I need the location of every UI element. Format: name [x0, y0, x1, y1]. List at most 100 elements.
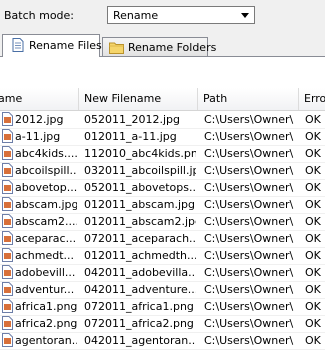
cell-status: OK: [305, 147, 321, 160]
cell-name: abc4kids....: [15, 147, 77, 160]
cell-new-filename: 072011_africa1.png: [84, 300, 194, 313]
cell-name: agentoran...: [15, 334, 77, 347]
cell-path: C:\Users\Owner\: [204, 266, 294, 279]
cell-new-filename: 012011_abscam.jpg: [84, 198, 195, 211]
cell-name: abscam.jpg: [15, 198, 77, 211]
table-row[interactable]: aceparac... 072011_aceparach... C:\Users\O…: [0, 230, 325, 248]
table-row[interactable]: abcoilspill... 032011_abcoilspill.jpg C:\U…: [0, 162, 325, 180]
tab-rename-folders[interactable]: Rename Folders: [102, 37, 216, 57]
batch-mode-value: Rename: [113, 9, 159, 22]
file-icon: [2, 248, 13, 262]
cell-status: OK: [305, 198, 321, 211]
cell-path: C:\Users\Owner\: [204, 215, 294, 228]
table-row[interactable]: adventur... 042011_adventure... C:\Users\O…: [0, 281, 325, 299]
file-icon: [2, 146, 13, 160]
cell-name: abovetop...: [15, 181, 77, 194]
column-header-new-filename[interactable]: New Filename: [79, 88, 198, 110]
file-icon: [2, 214, 13, 228]
table-header: ame New Filename Path Erro: [0, 88, 325, 111]
cell-path: C:\Users\Owner\: [204, 113, 294, 126]
file-icon: [2, 231, 13, 245]
cell-new-filename: 042011_adventure...: [84, 283, 196, 296]
column-header-name[interactable]: ame: [0, 88, 79, 110]
cell-name: aceparac...: [15, 232, 77, 245]
file-icon: [2, 333, 13, 347]
cell-path: C:\Users\Owner\: [204, 198, 294, 211]
cell-path: C:\Users\Owner\: [204, 283, 294, 296]
tab-rename-files-label: Rename Files: [29, 39, 102, 52]
cell-new-filename: 012011_abscam2.jpg: [84, 215, 196, 228]
file-icon: [2, 112, 13, 126]
cell-path: C:\Users\Owner\: [204, 334, 294, 347]
cell-new-filename: 042011_adobevilla...: [84, 266, 196, 279]
cell-status: OK: [305, 164, 321, 177]
cell-path: C:\Users\Owner\: [204, 164, 294, 177]
tab-rename-folders-label: Rename Folders: [128, 41, 217, 54]
batch-mode-label: Batch mode:: [4, 9, 75, 22]
file-icon: [2, 180, 13, 194]
file-icon: [2, 282, 13, 296]
column-header-error[interactable]: Erro: [299, 88, 325, 110]
cell-path: C:\Users\Owner\: [204, 317, 294, 330]
cell-name: abcoilspill...: [15, 164, 77, 177]
cell-status: OK: [305, 266, 321, 279]
cell-new-filename: 052011_abovetops...: [84, 181, 196, 194]
file-icon: [2, 316, 13, 330]
table-row[interactable]: 2012.jpg 052011_2012.jpg C:\Users\Owner\ OK: [0, 111, 325, 129]
table-row[interactable]: africa1.png 072011_africa1.png C:\Users\Ow…: [0, 298, 325, 316]
cell-status: OK: [305, 181, 321, 194]
cell-new-filename: 112010_abc4kids.png: [84, 147, 196, 160]
file-icon: [2, 129, 13, 143]
cell-name: a-11.jpg: [15, 130, 61, 143]
cell-name: abscam2....: [15, 215, 77, 228]
cell-name: africa1.png: [15, 300, 77, 313]
table-row[interactable]: africa2.png 072011_africa2.png C:\Users\Ow…: [0, 315, 325, 333]
cell-new-filename: 032011_abcoilspill.jpg: [84, 164, 196, 177]
cell-path: C:\Users\Owner\: [204, 181, 294, 194]
column-header-path[interactable]: Path: [198, 88, 299, 110]
cell-new-filename: 012011_a-11.jpg: [84, 130, 177, 143]
cell-name: achmedt...: [15, 249, 75, 262]
file-table[interactable]: ame New Filename Path Erro 2012.jpg 05201…: [0, 88, 325, 350]
cell-status: OK: [305, 113, 321, 126]
cell-path: C:\Users\Owner\: [204, 147, 294, 160]
cell-path: C:\Users\Owner\: [204, 300, 294, 313]
file-icon: [2, 163, 13, 177]
cell-new-filename: 052011_2012.jpg: [84, 113, 181, 126]
tab-rename-files[interactable]: Rename Files: [2, 34, 102, 57]
table-row[interactable]: abscam.jpg 012011_abscam.jpg C:\Users\Owne…: [0, 196, 325, 214]
batch-mode-dropdown[interactable]: Rename: [107, 6, 255, 24]
cell-status: OK: [305, 232, 321, 245]
cell-new-filename: 012011_achmedth...: [84, 249, 196, 262]
cell-new-filename: 072011_aceparach...: [84, 232, 196, 245]
cell-status: OK: [305, 130, 321, 143]
table-row[interactable]: a-11.jpg 012011_a-11.jpg C:\Users\Owner\ OK: [0, 128, 325, 146]
cell-name: adobevill...: [15, 266, 76, 279]
cell-status: OK: [305, 249, 321, 262]
folder-icon: [109, 42, 124, 54]
document-icon: [12, 38, 24, 52]
cell-status: OK: [305, 317, 321, 330]
cell-name: africa2.png: [15, 317, 77, 330]
file-icon: [2, 265, 13, 279]
cell-status: OK: [305, 283, 321, 296]
table-row[interactable]: achmedt... 012011_achmedth... C:\Users\Own…: [0, 247, 325, 265]
cell-name: adventur...: [15, 283, 75, 296]
cell-new-filename: 072011_africa2.png: [84, 317, 194, 330]
cell-path: C:\Users\Owner\: [204, 249, 294, 262]
cell-status: OK: [305, 300, 321, 313]
cell-name: 2012.jpg: [15, 113, 64, 126]
file-icon: [2, 197, 13, 211]
cell-status: OK: [305, 334, 321, 347]
table-row[interactable]: abscam2.... 012011_abscam2.jpg C:\Users\Ow…: [0, 213, 325, 231]
cell-status: OK: [305, 215, 321, 228]
cell-path: C:\Users\Owner\: [204, 232, 294, 245]
chevron-down-icon[interactable]: [241, 13, 249, 18]
table-row[interactable]: abc4kids.... 112010_abc4kids.png C:\Users\…: [0, 145, 325, 163]
table-row[interactable]: adobevill... 042011_adobevilla... C:\Users…: [0, 264, 325, 282]
cell-path: C:\Users\Owner\: [204, 130, 294, 143]
file-icon: [2, 299, 13, 313]
table-row[interactable]: abovetop... 052011_abovetops... C:\Users\O…: [0, 179, 325, 197]
cell-new-filename: 042011_agentoran...: [84, 334, 196, 347]
table-row[interactable]: agentoran... 042011_agentoran... C:\Users\…: [0, 332, 325, 350]
